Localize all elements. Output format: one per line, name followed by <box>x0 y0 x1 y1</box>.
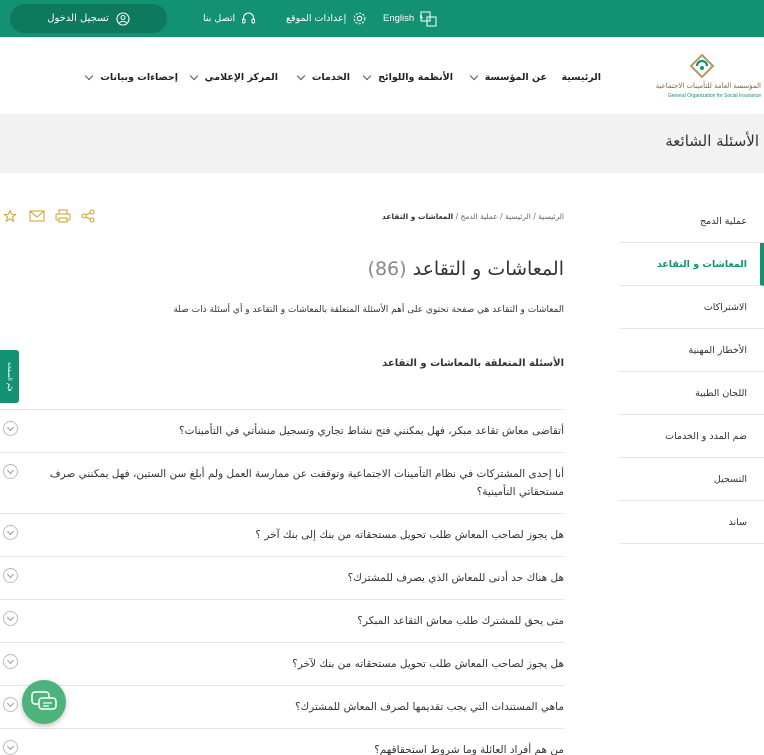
translate-icon: A <box>420 11 437 26</box>
breadcrumb-merge[interactable]: عملية الدمج <box>461 212 498 221</box>
print-icon[interactable] <box>55 208 71 223</box>
chevron-down-icon <box>85 71 94 80</box>
nav-about-label: عن المؤسسة <box>484 72 547 83</box>
faq-list: أتقاضى معاش تقاعد مبكر، فهل يمكنني فتح ن… <box>0 409 564 755</box>
nav-home-label: الرئيسية <box>561 72 601 83</box>
share-icon[interactable] <box>81 208 97 223</box>
sidebar-item-pensions[interactable]: المعاشات و التقاعد <box>619 243 764 286</box>
faq-question: هل يجوز لصاحب المعاش طلب تحويل مستحقاته … <box>292 658 564 670</box>
faq-item[interactable]: متى يحق للمشترك طلب معاش التقاعد المبكر؟ <box>0 599 564 642</box>
headset-icon <box>242 12 256 24</box>
contact-link[interactable]: اتصل بنا <box>203 0 256 37</box>
top-bar: تسجيل الدخول اتصل بنا إعدادات الموقع A E… <box>0 0 764 37</box>
feedback-label: قيّم الصفحة <box>6 361 13 392</box>
sidebar-item-service-merge[interactable]: ضم المدد و الخدمات <box>619 415 764 458</box>
nav-stats[interactable]: إحصاءات وبيانات <box>85 71 178 83</box>
faq-question: ماهي المستندات التي يجب تقديمها لصرف الم… <box>294 701 564 713</box>
nav-regulations-label: الأنظمة واللوائح <box>378 72 453 83</box>
chat-button[interactable] <box>22 680 66 724</box>
section-title-text: المعاشات و التقاعد <box>412 258 564 280</box>
login-button[interactable]: تسجيل الدخول <box>10 4 167 33</box>
chevron-down-icon <box>469 71 478 80</box>
chevron-down-icon[interactable] <box>3 611 18 626</box>
faq-item[interactable]: أتقاضى معاش تقاعد مبكر، فهل يمكنني فتح ن… <box>0 409 564 452</box>
faq-item[interactable]: أنا إحدى المشتركات في نظام التأمينات الا… <box>0 452 564 513</box>
chevron-down-icon[interactable] <box>3 464 18 479</box>
chevron-down-icon[interactable] <box>3 654 18 669</box>
section-title: المعاشات و التقاعد (86) <box>368 258 564 280</box>
sidebar-item-registration[interactable]: التسجيل <box>619 458 764 501</box>
faq-category-sidebar: عملية الدمج المعاشات و التقاعد الاشتراكا… <box>619 200 764 544</box>
nav-about[interactable]: عن المؤسسة <box>469 71 547 83</box>
page-feedback-tab[interactable]: قيّم الصفحة <box>0 350 19 403</box>
page-tools <box>3 208 97 223</box>
nav-stats-label: إحصاءات وبيانات <box>100 72 178 83</box>
breadcrumb: الرئيسية / الرئيسية / عملية الدمج / المع… <box>382 212 564 221</box>
question-count: (86) <box>367 258 407 280</box>
breadcrumb-separator: / <box>500 212 503 221</box>
sidebar-item-contributions[interactable]: الاشتراكات <box>619 286 764 329</box>
nav-media[interactable]: المركز الإعلامي <box>189 71 278 83</box>
nav-services[interactable]: الخدمات <box>296 71 350 83</box>
questions-subheading: الأسئلة المتعلقة بالمعاشات و التقاعد <box>382 358 564 369</box>
svg-text:A: A <box>420 14 424 21</box>
gear-icon <box>353 12 366 25</box>
chat-bubble-icon <box>31 691 57 710</box>
gosi-logo[interactable]: المؤسسة العامة للتأمينات الاجتماعية Gene… <box>643 49 761 101</box>
faq-question: متى يحق للمشترك طلب معاش التقاعد المبكر؟ <box>357 615 564 627</box>
breadcrumb-current: المعاشات و التقاعد <box>382 212 454 221</box>
breadcrumb-home[interactable]: الرئيسية <box>538 212 564 221</box>
sidebar-item-merge[interactable]: عملية الدمج <box>619 200 764 243</box>
faq-question: من هم أفراد العائلة وما شروط استحقاقهم؟ <box>374 744 564 755</box>
sidebar-item-saned[interactable]: ساند <box>619 501 764 544</box>
breadcrumb-separator: / <box>455 212 459 221</box>
section-description: المعاشات و التقاعد هي صفحة تحتوي على أهم… <box>173 305 564 315</box>
nav-services-label: الخدمات <box>311 72 350 83</box>
faq-question: أنا إحدى المشتركات في نظام التأمينات الا… <box>49 468 564 498</box>
mail-icon[interactable] <box>29 208 45 222</box>
language-switch[interactable]: A English <box>383 0 437 37</box>
site-settings-label: إعدادات الموقع <box>286 13 347 24</box>
sidebar-item-occupational-hazards[interactable]: الأخطار المهنية <box>619 329 764 372</box>
faq-item[interactable]: هل يجوز لصاحب المعاش طلب تحويل مستحقاته … <box>0 642 564 685</box>
chevron-down-icon[interactable] <box>3 697 18 712</box>
faq-item[interactable]: هل هناك حد أدنى للمعاش الذي يصرف للمشترك… <box>0 556 564 599</box>
breadcrumb-faq[interactable]: الرئيسية <box>505 212 531 221</box>
faq-item[interactable]: من هم أفراد العائلة وما شروط استحقاقهم؟ <box>0 728 564 755</box>
faq-question: هل هناك حد أدنى للمعاش الذي يصرف للمشترك… <box>347 572 564 584</box>
chevron-down-icon[interactable] <box>3 740 18 755</box>
sidebar-item-medical-committees[interactable]: اللجان الطبية <box>619 372 764 415</box>
language-label: English <box>383 13 415 24</box>
faq-question: أتقاضى معاش تقاعد مبكر، فهل يمكنني فتح ن… <box>179 425 564 437</box>
logo-arabic-text: المؤسسة العامة للتأمينات الاجتماعية <box>655 82 761 90</box>
chevron-down-icon[interactable] <box>3 568 18 583</box>
faq-question: هل يجوز لصاحب المعاش طلب تحويل مستحقاته … <box>255 529 564 541</box>
chevron-down-icon[interactable] <box>3 525 18 540</box>
chevron-down-icon <box>296 71 306 80</box>
breadcrumb-separator: / <box>533 212 536 221</box>
faq-item[interactable]: هل يجوز لصاحب المعاش طلب تحويل مستحقاته … <box>0 513 564 556</box>
gosi-logo-mark <box>689 53 715 79</box>
chevron-down-icon <box>189 71 198 80</box>
login-label: تسجيل الدخول <box>47 13 109 24</box>
main-header: المؤسسة العامة للتأمينات الاجتماعية Gene… <box>0 37 764 114</box>
chevron-down-icon <box>362 71 372 80</box>
page-title: الأسئلة الشائعة <box>665 132 759 150</box>
chevron-down-icon[interactable] <box>3 421 18 436</box>
nav-home[interactable]: الرئيسية <box>562 72 601 83</box>
site-settings-link[interactable]: إعدادات الموقع <box>286 0 367 37</box>
contact-label: اتصل بنا <box>203 13 236 24</box>
faq-item[interactable]: ماهي المستندات التي يجب تقديمها لصرف الم… <box>0 685 564 728</box>
star-icon[interactable] <box>3 208 19 223</box>
nav-media-label: المركز الإعلامي <box>204 72 278 83</box>
page-title-band: الأسئلة الشائعة <box>0 114 764 173</box>
nav-regulations[interactable]: الأنظمة واللوائح <box>362 71 453 83</box>
logo-english-text: General Organization for Social Insuranc… <box>667 93 761 99</box>
user-icon <box>116 11 130 26</box>
